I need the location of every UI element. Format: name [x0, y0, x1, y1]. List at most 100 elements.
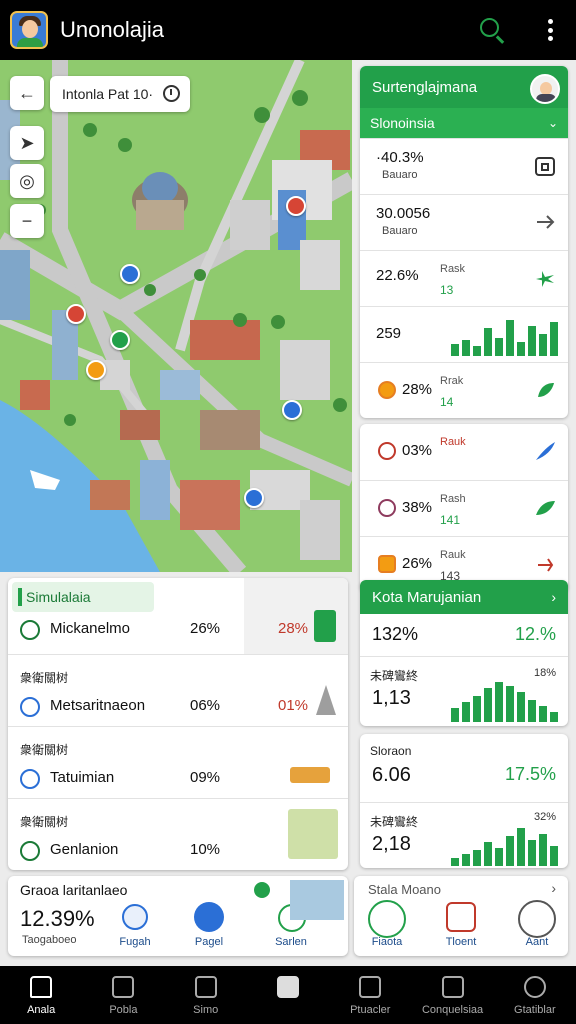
quick-button-label: Fiaota — [371, 936, 403, 948]
list-item-name: Mickanelmo — [50, 620, 131, 637]
map-direction-icon[interactable]: ➤ — [10, 126, 44, 160]
overview-row[interactable]: 30.0056 Bauaro — [360, 194, 568, 250]
city-thumbnail — [290, 880, 344, 920]
list-item-pct: 10% — [190, 841, 221, 858]
tool-icon — [538, 558, 554, 572]
pagel-button-icon[interactable] — [194, 902, 224, 932]
row-label: Rask — [440, 263, 466, 275]
report-icon[interactable] — [446, 902, 476, 932]
map-pin[interactable] — [120, 264, 140, 284]
quick-actions-left: Graoa laritanlaeo 12.39% Taogaboeo Fugah… — [8, 876, 348, 956]
status-card: 03% Rauk 38% Rash 141 26% Rauk 143 — [360, 424, 568, 592]
list-item[interactable]: 衆衛關树 Genlanion 10% — [8, 798, 348, 870]
overview-column: Surtenglajmana Slonoinsia ⌄ ·40.3% Bauar… — [360, 66, 568, 592]
metric-row: 132% 12.% — [360, 614, 568, 656]
map-pin[interactable] — [244, 488, 264, 508]
status-row[interactable]: 38% Rash 141 — [360, 480, 568, 536]
bar-chart-icon — [451, 826, 558, 866]
radio-icon[interactable] — [20, 841, 40, 861]
arrow-right-icon[interactable] — [534, 211, 556, 233]
overview-row[interactable]: 28% Rrak 14 — [360, 362, 568, 418]
overview-row[interactable]: ·40.3% Bauaro — [360, 138, 568, 194]
nav-simo[interactable]: Simo — [165, 966, 247, 1024]
row-label: Rauk — [440, 436, 466, 448]
metric-label: Sloraon — [370, 744, 412, 758]
list-item-pct: 26% — [190, 620, 221, 637]
list-item-small: 衆衛關树 — [20, 815, 69, 829]
map-pin[interactable] — [66, 304, 86, 324]
overview-row[interactable]: 259 — [360, 306, 568, 362]
list-item[interactable]: 衆衛關树 Metsaritnaeon 06% 01% — [8, 654, 348, 726]
add-icon[interactable] — [254, 882, 270, 898]
nav-label: Anala — [27, 1004, 56, 1016]
bar-chart-icon — [451, 316, 558, 356]
metric-green: 12.% — [514, 624, 556, 644]
quick-button-label: Tloent — [445, 936, 477, 948]
overview-card-title: Surtenglajmana — [372, 78, 478, 96]
map-pin[interactable] — [86, 360, 106, 380]
fugah-button-icon[interactable] — [122, 904, 148, 930]
plane-icon — [536, 271, 554, 287]
list-icon — [194, 976, 217, 998]
inbox-icon — [112, 976, 135, 998]
list-item-name: Tatuimian — [50, 769, 115, 786]
search-icon[interactable] — [368, 900, 406, 938]
overview-dropdown[interactable]: Slonoinsia ⌄ — [360, 108, 568, 138]
more-options-icon[interactable] — [538, 16, 562, 44]
radio-icon[interactable] — [20, 769, 40, 789]
app-title: Unonolajia — [60, 17, 164, 42]
nav-label: Simo — [193, 1004, 219, 1016]
nav-pobla[interactable]: Pobla — [82, 966, 164, 1024]
nav-label: Conquelsiaa — [421, 1004, 484, 1016]
nav-gtatiblar[interactable]: Gtatiblar — [494, 966, 576, 1024]
app-logo-icon[interactable] — [10, 11, 48, 49]
leaf-icon — [538, 383, 554, 397]
row-value: 38% — [402, 499, 433, 516]
metric-card-header[interactable]: Kota Marujanian › — [360, 580, 568, 614]
map-pin[interactable] — [282, 400, 302, 420]
list-item[interactable]: Mickanelmo 26% 28% — [8, 578, 348, 650]
map-location-icon[interactable]: ◎ — [10, 164, 44, 198]
nav-center[interactable] — [247, 966, 329, 1024]
nav-label: Ptuacler — [350, 1004, 391, 1016]
radio-icon[interactable] — [20, 620, 40, 640]
list-item-pct: 09% — [190, 769, 221, 786]
nav-label: Gtatiblar — [514, 1004, 556, 1016]
city-map[interactable]: ← ➤ ◎ − Intonla Pat 10· — [0, 60, 352, 572]
map-back-icon[interactable]: ← — [10, 76, 44, 110]
row-label: Bauaro — [382, 225, 418, 237]
quick-button-label: Sarlen — [275, 936, 307, 948]
map-search-box[interactable]: Intonla Pat 10· — [50, 76, 190, 112]
calendar-icon[interactable] — [534, 155, 556, 177]
map-pin[interactable] — [286, 196, 306, 216]
map-zoom-out-icon[interactable]: − — [10, 204, 44, 238]
nav-conquelsiaa[interactable]: Conquelsiaa — [411, 966, 493, 1024]
chevron-right-icon: › — [551, 880, 556, 896]
map-pin[interactable] — [110, 330, 130, 350]
quick-title: Stala Moano — [368, 882, 441, 897]
user-icon[interactable] — [518, 900, 556, 938]
avatar[interactable] — [530, 74, 560, 104]
clock-icon[interactable] — [163, 85, 180, 102]
quick-title: Graoa laritanlaeo — [20, 882, 128, 898]
tower-icon — [316, 685, 336, 715]
row-label: Rauk — [440, 549, 466, 561]
list-item[interactable]: 衆衛關树 Tatuimian 09% — [8, 726, 348, 798]
quick-button-label: Fugah — [119, 936, 151, 948]
metric-card: Kota Marujanian › 132% 12.% 未碑鸞終 1,13 18… — [360, 580, 568, 726]
status-ring-icon — [378, 442, 396, 460]
overview-row[interactable]: 22.6% Rask 13 — [360, 250, 568, 306]
quick-sub: Taogaboeo — [22, 934, 77, 946]
nav-home[interactable]: Anala — [0, 966, 82, 1024]
quick-button-label: Pagel — [194, 936, 224, 948]
nav-ptuacler[interactable]: Ptuacler — [329, 966, 411, 1024]
radio-icon[interactable] — [20, 697, 40, 717]
feather-icon — [536, 442, 555, 460]
row-green-value: 13 — [440, 283, 454, 297]
search-icon[interactable] — [478, 16, 506, 44]
map-search-text: Intonla Pat 10· — [62, 86, 154, 102]
chevron-down-icon: ⌄ — [547, 116, 558, 130]
metric-big: 6.06 — [372, 764, 411, 786]
status-row[interactable]: 03% Rauk — [360, 424, 568, 480]
list-item-small: 衆衛關树 — [20, 671, 69, 685]
